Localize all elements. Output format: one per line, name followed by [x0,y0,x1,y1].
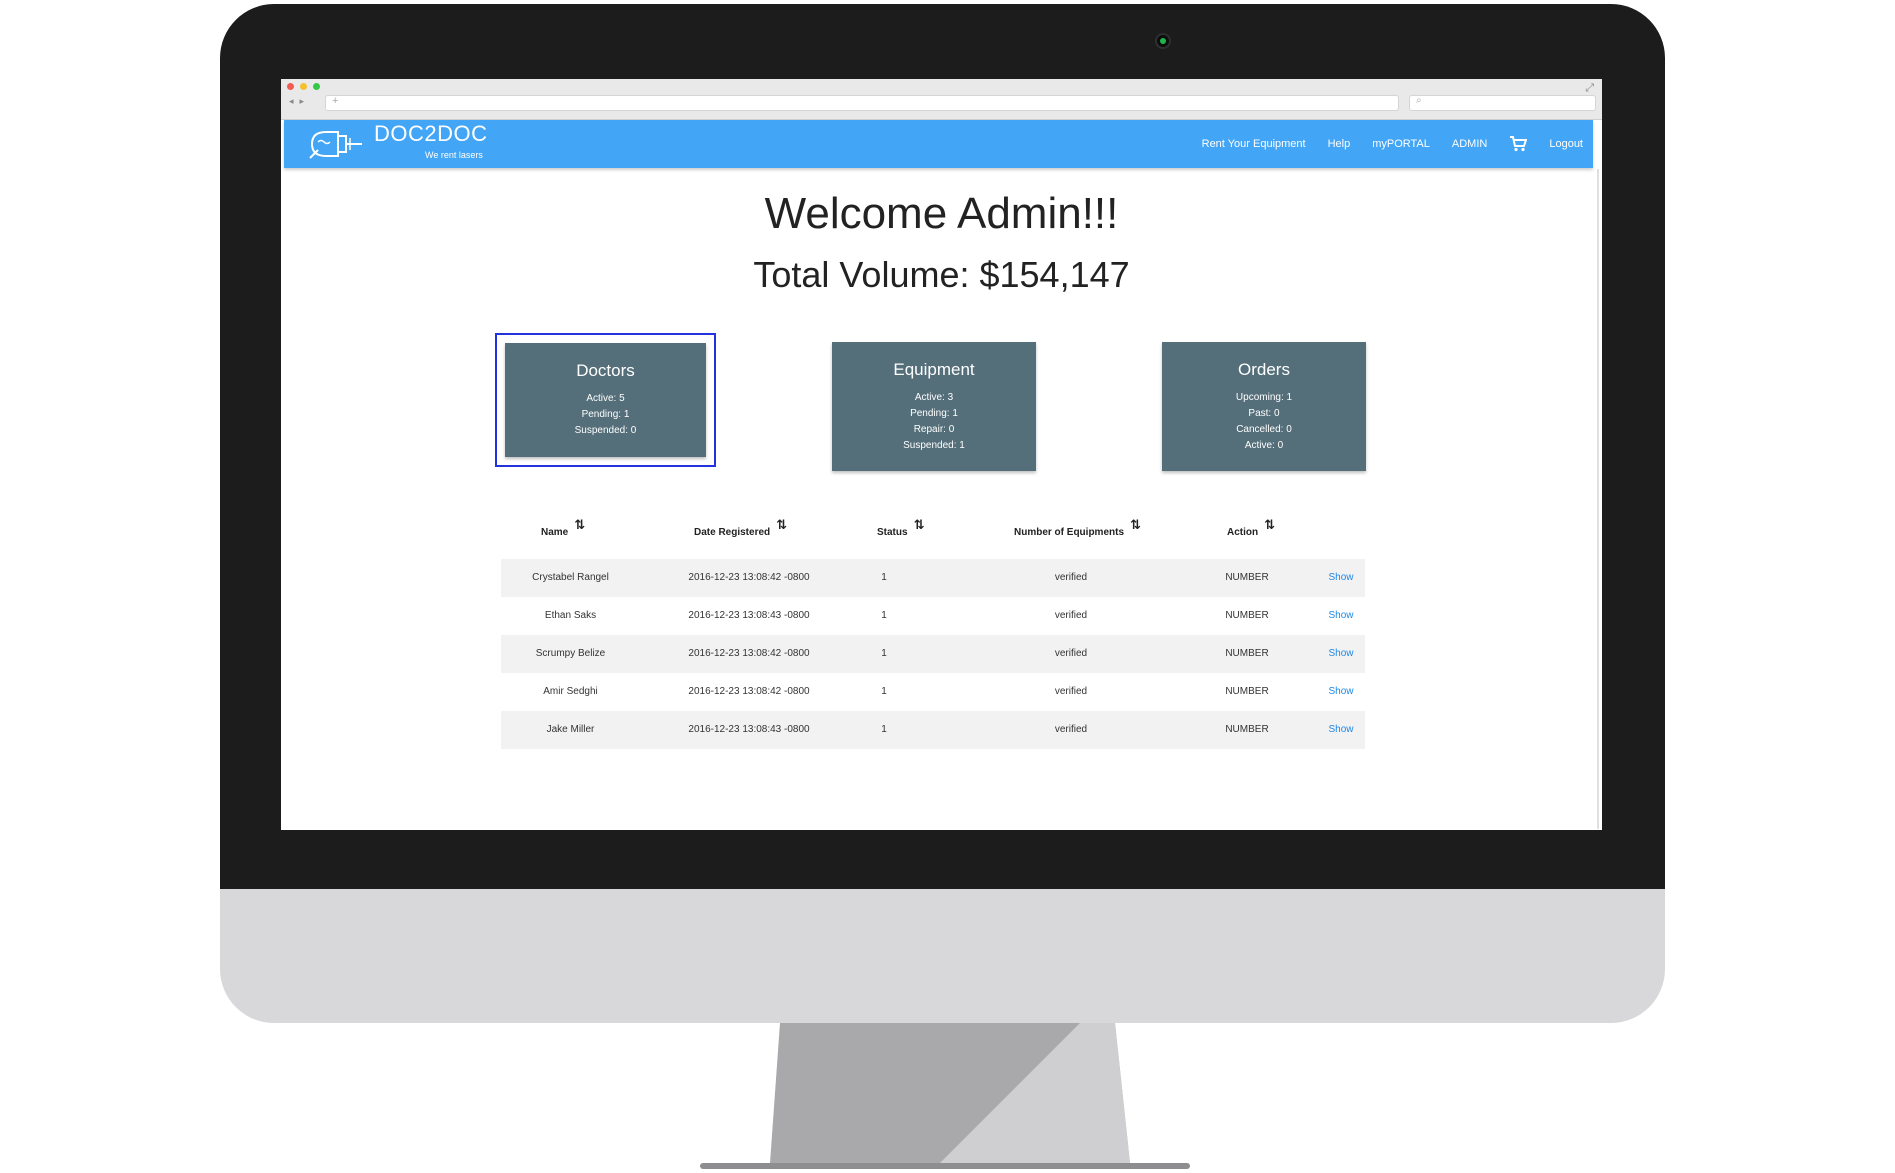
cell-equipments: verified [1054,610,1088,621]
cell-status: 1 [881,648,887,659]
card-stat: Active: 3 [914,392,954,403]
card-stat: Pending: 1 [910,408,958,419]
card-title: Equipment [893,360,975,379]
new-tab-icon[interactable]: + [332,95,338,107]
card-stat: Suspended: 1 [903,440,965,451]
show-link[interactable]: Show [1321,673,1361,711]
doctors-table: Name ⇅ Date Registered ⇅ Status ⇅ Number of… [501,509,1365,749]
maximize-window-icon[interactable] [313,83,320,90]
cell-name: Crystabel Rangel [532,572,609,583]
cell-status: 1 [881,686,887,697]
column-label: Status [877,527,908,538]
sort-icon[interactable]: ⇅ [1130,517,1141,532]
card-stat: Suspended: 0 [574,425,637,436]
nav-item-rent-equipment[interactable]: Rent Your Equipment [1202,138,1306,150]
table-row: Amir Sedghi 2016-12-23 13:08:42 -0800 1 … [501,673,1365,711]
equipment-card[interactable]: Equipment Active: 3 Pending: 1 Repair: 0… [832,342,1036,471]
card-stat: Cancelled: 0 [1236,424,1292,435]
minimize-window-icon[interactable] [300,83,307,90]
browser-search-input[interactable]: ⌕ [1409,95,1596,111]
show-link[interactable]: Show [1321,635,1361,673]
cell-action: NUMBER [1225,572,1269,583]
logout-link[interactable]: Logout [1549,138,1583,150]
cell-date: 2016-12-23 13:08:42 -0800 [688,686,810,697]
cell-date: 2016-12-23 13:08:42 -0800 [688,648,810,659]
cell-status: 1 [881,572,887,583]
table-row: Ethan Saks 2016-12-23 13:08:43 -0800 1 v… [501,597,1365,635]
sort-icon[interactable]: ⇅ [776,517,787,532]
page-title: Welcome Admin!!! [764,189,1119,238]
app-navbar: DOC2DOC We rent lasers Rent Your Equipme… [284,120,1593,168]
card-title: Doctors [576,361,635,380]
cell-date: 2016-12-23 13:08:43 -0800 [688,610,810,621]
table-header: Name ⇅ Date Registered ⇅ Status ⇅ Number of… [501,509,1365,559]
column-label: Name [541,527,569,538]
cell-name: Ethan Saks [544,610,597,621]
doctors-card[interactable]: Doctors Active: 5 Pending: 1 Suspended: … [495,333,716,467]
sort-icon[interactable]: ⇅ [1264,517,1275,532]
sort-icon[interactable]: ⇅ [574,517,585,532]
orders-card[interactable]: Orders Upcoming: 1 Past: 0 Cancelled: 0 … [1162,342,1366,471]
sort-icon[interactable]: ⇅ [914,517,925,532]
card-stat: Past: 0 [1248,408,1280,419]
cell-action: NUMBER [1225,648,1269,659]
column-header-equipments[interactable]: Number of Equipments ⇅ [1014,517,1141,539]
cell-action: NUMBER [1225,610,1269,621]
cell-status: 1 [881,724,887,735]
cell-name: Jake Miller [546,724,595,735]
total-volume: Total Volume: $154,147 [753,254,1130,295]
nav-item-admin[interactable]: ADMIN [1452,138,1487,150]
column-header-name[interactable]: Name ⇅ [541,517,585,539]
column-header-date[interactable]: Date Registered ⇅ [694,517,787,539]
cell-equipments: verified [1054,686,1088,697]
cell-date: 2016-12-23 13:08:43 -0800 [688,724,810,735]
column-header-action[interactable]: Action ⇅ [1227,517,1275,539]
shopping-cart-icon[interactable] [1509,136,1528,152]
browser-window: ◂▸ + ⌕ ⤢ DOC2DOC We rent lasers Rent You… [281,79,1602,830]
browser-chrome: ◂▸ + ⌕ ⤢ [281,79,1602,120]
fullscreen-icon[interactable]: ⤢ [1585,82,1594,95]
search-icon: ⌕ [1416,95,1422,106]
cell-equipments: verified [1054,572,1088,583]
cell-equipments: verified [1054,648,1088,659]
brand-tagline: We rent lasers [425,150,483,160]
cell-equipments: verified [1054,724,1088,735]
cell-action: NUMBER [1225,686,1269,697]
cell-status: 1 [881,610,887,621]
monitor-stand [700,1023,1190,1169]
card-stat: Active: 0 [1244,440,1284,451]
show-link[interactable]: Show [1321,711,1361,749]
column-label: Action [1227,527,1259,538]
back-forward-icon[interactable]: ◂▸ [289,96,310,107]
cell-date: 2016-12-23 13:08:42 -0800 [688,572,810,583]
card-stat: Pending: 1 [581,409,630,420]
column-header-status[interactable]: Status ⇅ [877,517,924,539]
column-label: Date Registered [694,527,771,538]
card-stat: Active: 5 [586,393,625,404]
cell-name: Amir Sedghi [543,686,598,697]
card-title: Orders [1238,360,1290,379]
address-bar[interactable]: + [325,95,1399,111]
nav-item-myportal[interactable]: myPORTAL [1372,138,1430,150]
show-link[interactable]: Show [1321,597,1361,635]
nav-menu: Rent Your Equipment Help myPORTAL ADMIN … [1180,120,1583,168]
column-label: Number of Equipments [1014,527,1125,538]
brand-name[interactable]: DOC2DOC [374,121,488,147]
webcam-icon [1155,33,1171,49]
monitor-chin [220,889,1665,1023]
table-row: Crystabel Rangel 2016-12-23 13:08:42 -08… [501,559,1365,597]
cell-name: Scrumpy Belize [535,648,606,659]
card-stat: Repair: 0 [913,424,955,435]
laser-logo-icon[interactable] [304,124,364,164]
nav-item-help[interactable]: Help [1328,138,1351,150]
show-link[interactable]: Show [1321,559,1361,597]
table-row: Jake Miller 2016-12-23 13:08:43 -0800 1 … [501,711,1365,749]
table-row: Scrumpy Belize 2016-12-23 13:08:42 -0800… [501,635,1365,673]
close-window-icon[interactable] [287,83,294,90]
card-stat: Upcoming: 1 [1235,392,1293,403]
cell-action: NUMBER [1225,724,1269,735]
